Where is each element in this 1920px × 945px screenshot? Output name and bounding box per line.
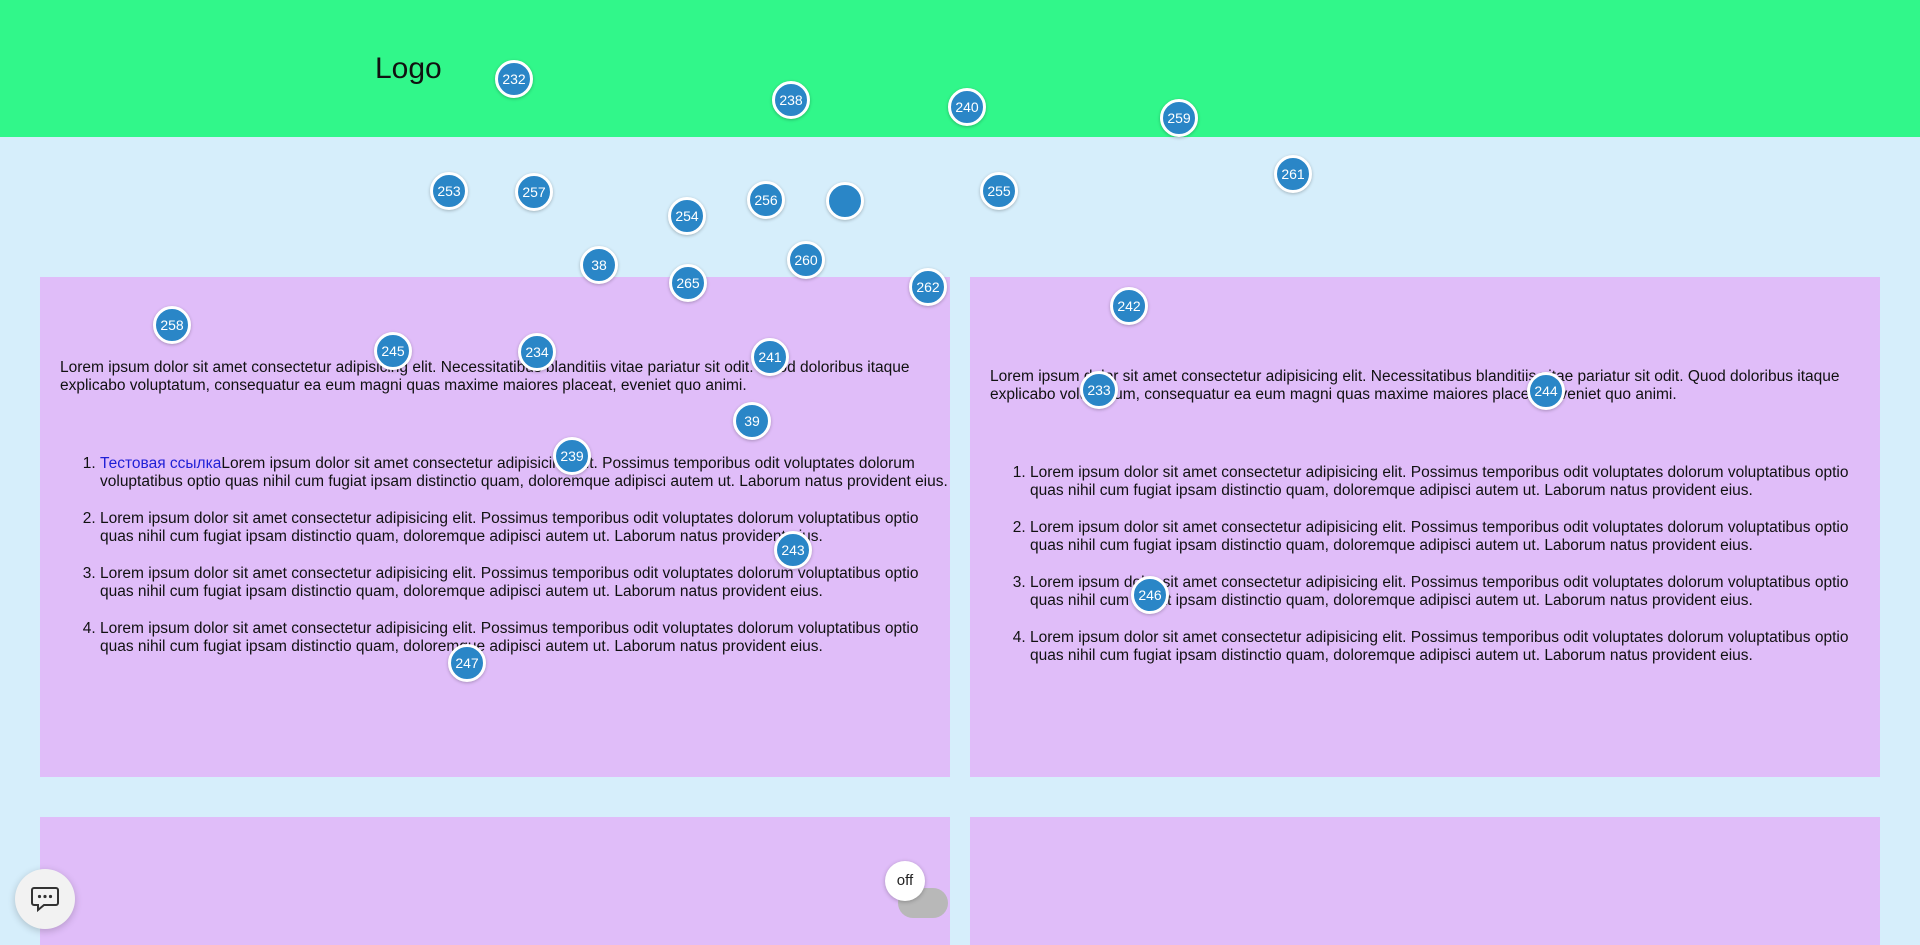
marker-pin[interactable]: 238 (772, 81, 810, 119)
marker-pin[interactable]: 256 (747, 181, 785, 219)
marker-pin[interactable]: 262 (909, 268, 947, 306)
logo[interactable]: Logo (375, 52, 442, 86)
list-item: Lorem ipsum dolor sit amet consectetur a… (100, 565, 950, 601)
list-item: Тестовая ссылкаLorem ipsum dolor sit ame… (100, 455, 950, 491)
list-item: Lorem ipsum dolor sit amet consectetur a… (1030, 519, 1880, 555)
marker-pin[interactable]: 260 (787, 241, 825, 279)
chat-button[interactable] (15, 869, 75, 929)
content-card-bottom-right (970, 817, 1880, 945)
marker-pin-unlabeled[interactable] (826, 182, 864, 220)
marker-pin[interactable]: 244 (1527, 372, 1565, 410)
marker-pin[interactable]: 254 (668, 197, 706, 235)
chat-bubble-icon (31, 887, 59, 912)
list-item: Lorem ipsum dolor sit amet consectetur a… (100, 620, 950, 656)
marker-pin[interactable]: 239 (553, 437, 591, 475)
marker-pin[interactable]: 232 (495, 60, 533, 98)
toggle-switch[interactable]: off (885, 861, 925, 901)
marker-pin[interactable]: 259 (1160, 99, 1198, 137)
marker-pin[interactable]: 234 (518, 333, 556, 371)
marker-pin[interactable]: 257 (515, 173, 553, 211)
content-card-bottom-left (40, 817, 950, 945)
marker-pin[interactable]: 241 (751, 338, 789, 376)
test-link[interactable]: Тестовая ссылка (100, 455, 221, 472)
marker-pin[interactable]: 265 (669, 264, 707, 302)
marker-pin[interactable]: 39 (733, 402, 771, 440)
marker-pin[interactable]: 246 (1131, 576, 1169, 614)
content-card-right: Lorem ipsum dolor sit amet consectetur a… (970, 277, 1880, 777)
marker-pin[interactable]: 247 (448, 644, 486, 682)
list-item: Lorem ipsum dolor sit amet consectetur a… (100, 510, 950, 546)
list-item: Lorem ipsum dolor sit amet consectetur a… (1030, 464, 1880, 500)
marker-pin[interactable]: 240 (948, 88, 986, 126)
list-item: Lorem ipsum dolor sit amet consectetur a… (1030, 629, 1880, 665)
card-list: Lorem ipsum dolor sit amet consectetur a… (990, 464, 1880, 684)
card-paragraph: Lorem ipsum dolor sit amet consectetur a… (60, 359, 910, 394)
marker-pin[interactable]: 38 (580, 246, 618, 284)
content-card-left: Lorem ipsum dolor sit amet consectetur a… (40, 277, 950, 777)
card-paragraph: Lorem ipsum dolor sit amet consectetur a… (990, 368, 1840, 403)
marker-pin[interactable]: 258 (153, 306, 191, 344)
marker-pin[interactable]: 255 (980, 172, 1018, 210)
marker-pin[interactable]: 243 (774, 531, 812, 569)
marker-pin[interactable]: 233 (1080, 371, 1118, 409)
marker-pin[interactable]: 261 (1274, 155, 1312, 193)
marker-pin[interactable]: 253 (430, 172, 468, 210)
marker-pin[interactable]: 242 (1110, 287, 1148, 325)
marker-pin[interactable]: 245 (374, 332, 412, 370)
card-list: Тестовая ссылка Lorem ipsum dolor sit ame… (60, 455, 950, 675)
